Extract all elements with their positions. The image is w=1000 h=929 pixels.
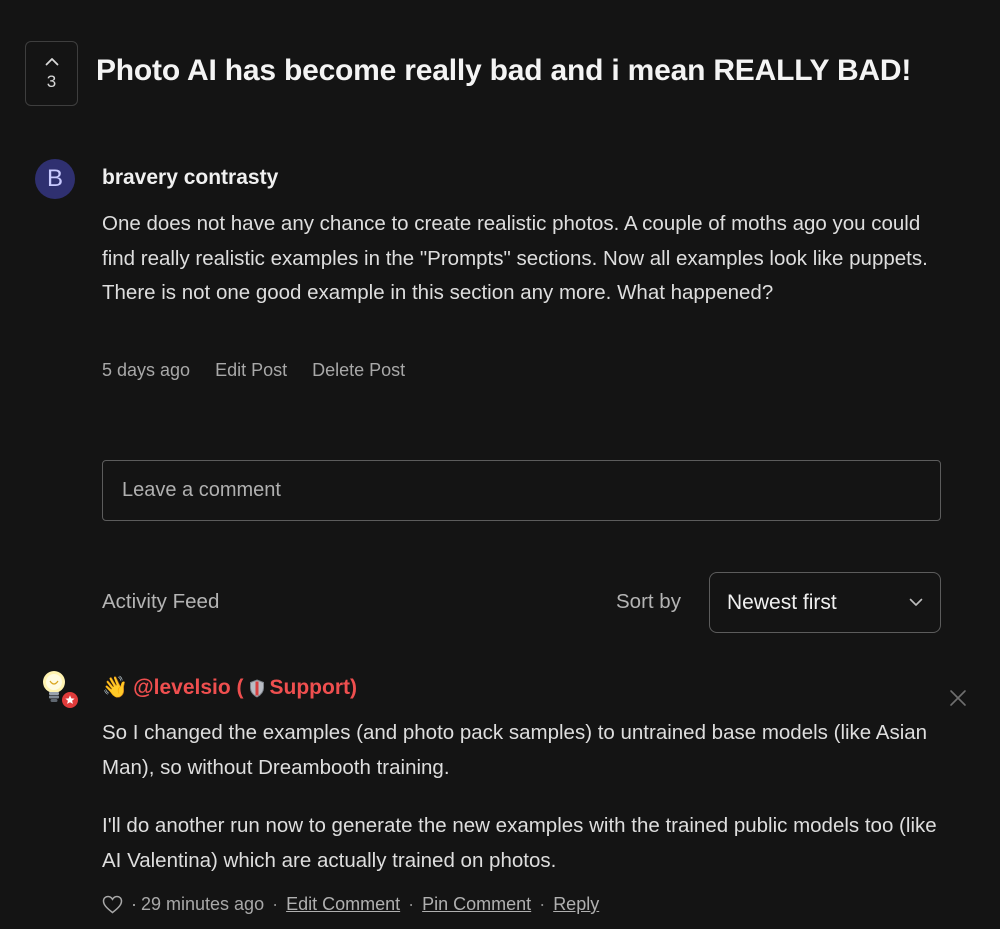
- separator: ·: [131, 894, 137, 914]
- separator: ·: [408, 894, 415, 914]
- comment-author[interactable]: 👋 @levelsio ( Support): [102, 676, 357, 700]
- comment-paragraph: I'll do another run now to generate the …: [102, 814, 937, 872]
- upvote-count: 3: [46, 72, 57, 91]
- comment-meta: · 29 minutes ago · Edit Comment · Pin Co…: [102, 894, 599, 915]
- sort-label: Sort by: [616, 590, 681, 613]
- reply-link[interactable]: Reply: [553, 894, 599, 915]
- pin-comment-link[interactable]: Pin Comment: [422, 894, 531, 915]
- close-icon[interactable]: [948, 688, 968, 708]
- separator: ·: [272, 894, 279, 914]
- comment-paragraph: So I changed the examples (and photo pac…: [102, 721, 928, 779]
- sort-value: Newest first: [727, 590, 837, 614]
- post-meta: 5 days ago Edit Post Delete Post: [102, 360, 405, 381]
- chevron-down-icon: [909, 598, 923, 606]
- avatar-initial: B: [46, 165, 63, 192]
- heart-icon: [102, 895, 123, 914]
- post-body: One does not have any chance to create r…: [102, 212, 928, 304]
- comment-author-role: Support): [269, 676, 357, 699]
- post-author[interactable]: bravery contrasty: [102, 166, 278, 190]
- post-page: 3 Photo AI has become really bad and i m…: [0, 0, 1000, 929]
- comment-body: So I changed the examples (and photo pac…: [102, 716, 942, 902]
- upvote-button[interactable]: 3: [25, 41, 78, 106]
- comment-timestamp: 29 minutes ago: [141, 894, 265, 914]
- chevron-up-icon: [45, 58, 58, 66]
- sort-dropdown[interactable]: Newest first: [709, 572, 941, 633]
- post-title: Photo AI has become really bad and i mea…: [96, 54, 912, 87]
- comment-input[interactable]: [102, 460, 941, 521]
- activity-feed-label: Activity Feed: [102, 590, 220, 613]
- separator: ·: [539, 894, 546, 914]
- post-timestamp: 5 days ago: [102, 360, 191, 380]
- shield-icon: [249, 678, 264, 698]
- edit-post-link[interactable]: Edit Post: [215, 360, 287, 381]
- like-button[interactable]: [102, 895, 123, 914]
- delete-post-link[interactable]: Delete Post: [312, 360, 405, 381]
- lightbulb-avatar-icon: [43, 671, 78, 708]
- wave-emoji: 👋: [102, 676, 129, 699]
- edit-comment-link[interactable]: Edit Comment: [286, 894, 400, 915]
- author-avatar: B: [35, 159, 75, 199]
- comment-author-handle: @levelsio (: [133, 676, 244, 699]
